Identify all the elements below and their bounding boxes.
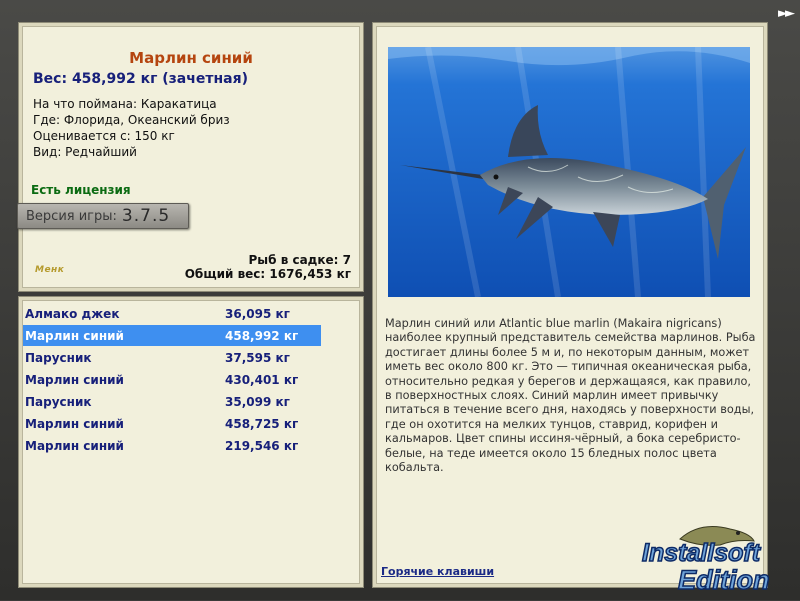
catch-list-row[interactable]: Алмако джек 36,095 кг — [23, 303, 321, 324]
version-value: 3.7.5 — [121, 206, 171, 226]
catch-fish-name: Алмако джек — [25, 306, 120, 321]
valued-from-text: Оценивается с: 150 кг — [33, 129, 175, 143]
catch-fish-name: Марлин синий — [25, 328, 124, 343]
license-status: Есть лицензия — [31, 183, 131, 197]
watermark-line1: Installsoft — [642, 539, 762, 567]
catch-fish-name: Марлин синий — [25, 438, 124, 453]
next-page-icon[interactable]: ►► — [778, 6, 795, 21]
blue-marlin-image — [388, 47, 750, 297]
fish-info-panel: Марлин синий Вес: 458,992 кг (зачетная) … — [17, 22, 364, 292]
rarity-text: Вид: Редчайший — [33, 145, 137, 159]
fish-in-net-count: Рыб в садке: 7 — [248, 253, 352, 267]
version-label: Версия игры: — [26, 208, 117, 224]
catch-fish-weight: 458,992 кг — [225, 328, 299, 343]
total-weight: Общий вес: 1676,453 кг — [184, 267, 351, 281]
catch-fish-weight: 36,095 кг — [225, 306, 290, 321]
catch-fish-name: Марлин синий — [25, 416, 124, 431]
catch-fish-weight: 458,725 кг — [225, 416, 299, 431]
catch-list-row[interactable]: Парусник 35,099 кг — [23, 391, 321, 412]
catch-fish-weight: 430,401 кг — [225, 372, 299, 387]
catch-list-row[interactable]: Марлин синий 458,992 кг — [23, 325, 321, 346]
catch-fish-weight: 219,546 кг — [225, 438, 299, 453]
catch-list-panel: Алмако джек 36,095 кг Марлин синий 458,992 … — [18, 296, 364, 588]
fish-detail-panel: Марлин синий или Atlantic blue marlin (M… — [372, 22, 768, 588]
catch-fish-name: Парусник — [25, 394, 92, 409]
fish-description: Марлин синий или Atlantic blue marlin (M… — [385, 317, 756, 475]
bait-text: На что поймана: Каракатица — [33, 97, 217, 111]
hotkeys-link[interactable]: Горячие клавиши — [381, 565, 494, 578]
catch-fish-name: Парусник — [25, 350, 92, 365]
catch-fish-name: Марлин синий — [25, 372, 124, 387]
fish-title: Марлин синий — [129, 49, 253, 67]
location-text: Где: Флорида, Океанский бриз — [33, 113, 230, 127]
catch-list-row[interactable]: Марлин синий 219,546 кг — [23, 435, 321, 456]
catch-list-row[interactable]: Марлин синий 458,725 кг — [23, 413, 321, 434]
catch-fish-weight: 35,099 кг — [225, 394, 290, 409]
version-badge: Версия игры: 3.7.5 — [17, 203, 189, 229]
fish-weight: Вес: 458,992 кг (зачетная) — [33, 71, 248, 87]
catch-list-row[interactable]: Парусник 37,595 кг — [23, 347, 321, 368]
signature-logo: Менк — [35, 265, 65, 275]
catch-fish-weight: 37,595 кг — [225, 350, 290, 365]
fish-photo — [388, 47, 750, 297]
catch-list-row[interactable]: Марлин синий 430,401 кг — [23, 369, 321, 390]
installsoft-watermark-logo: Installsoft Edition — [640, 517, 790, 597]
watermark-line2: Edition — [678, 565, 769, 595]
